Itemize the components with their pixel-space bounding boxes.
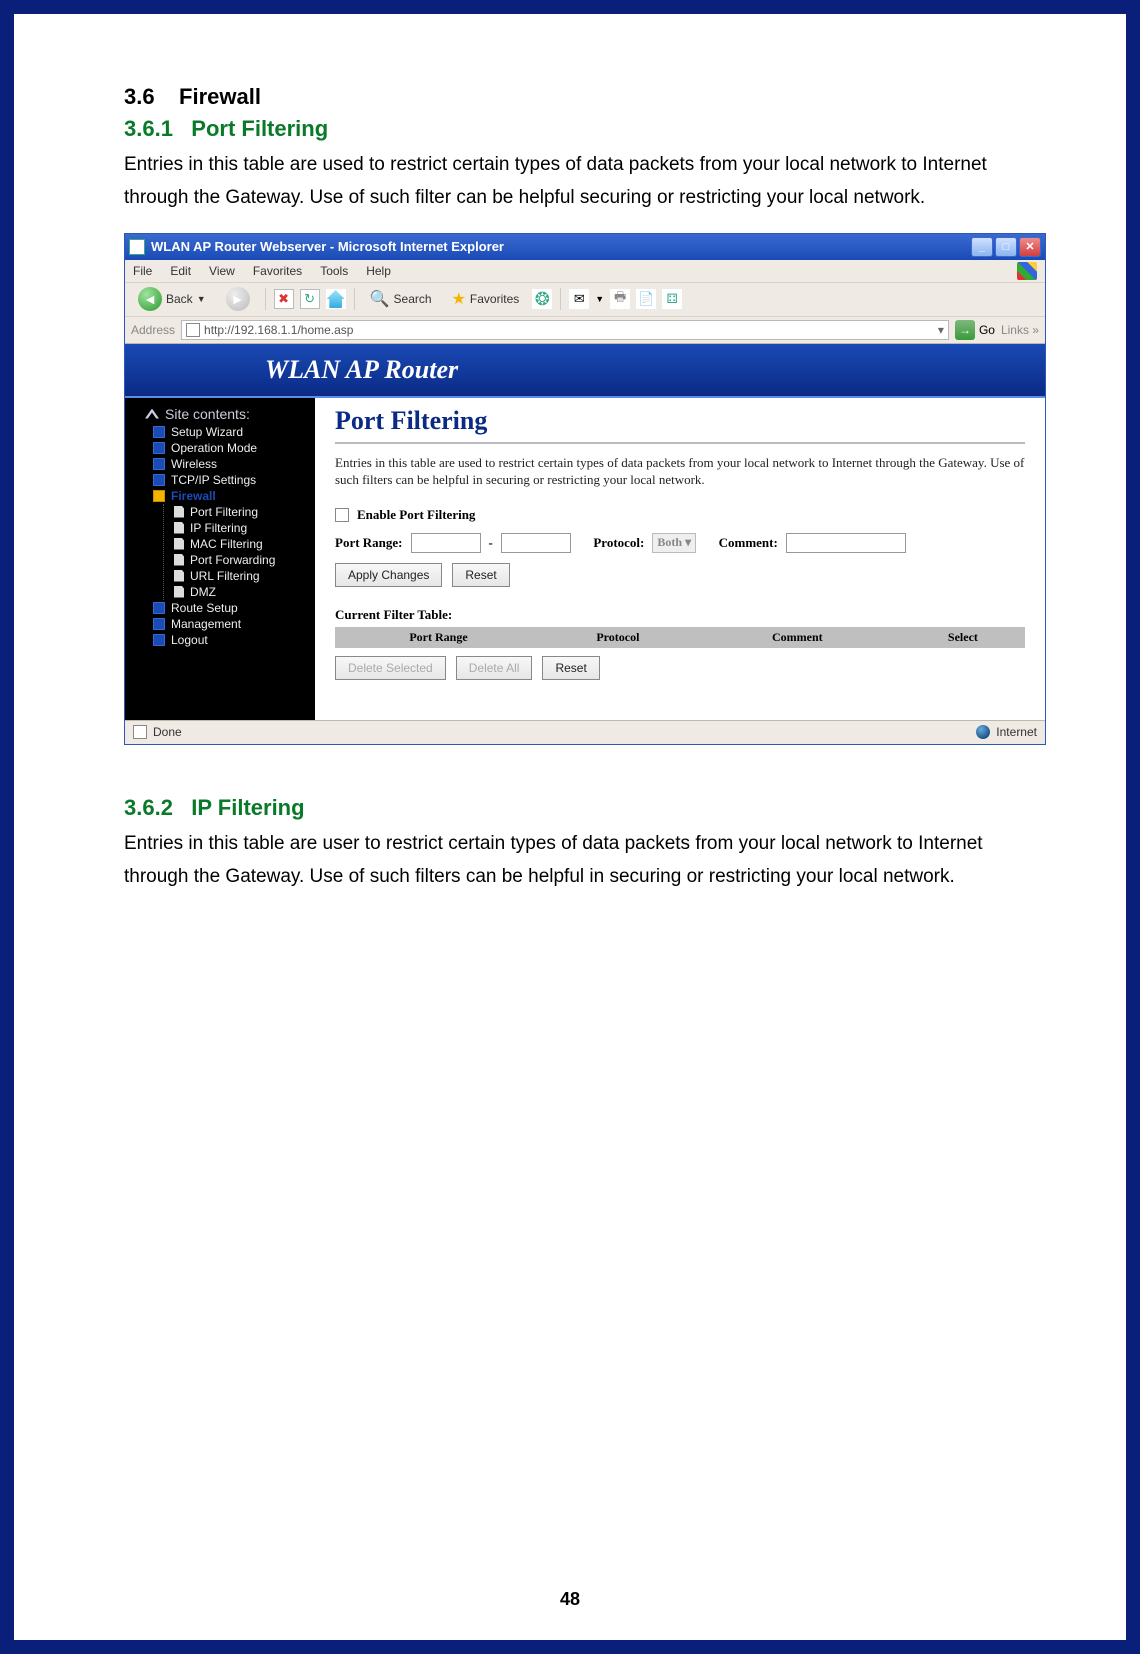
toolbar-separator [265,288,266,310]
mail-icon[interactable]: ✉ [569,289,589,309]
page-number: 48 [14,1589,1126,1610]
sidebar-item-route-setup[interactable]: Route Setup [129,600,311,616]
go-label: Go [979,323,995,337]
col-protocol: Protocol [542,627,694,648]
browser-titlebar: WLAN AP Router Webserver - Microsoft Int… [125,234,1045,260]
reset-button[interactable]: Reset [452,563,509,587]
address-bar: Address http://192.168.1.1/home.asp ▾ → … [125,316,1045,344]
browser-menubar: File Edit View Favorites Tools Help [125,260,1045,282]
back-button[interactable]: ◄Back ▼ [131,286,213,312]
subsection-2-number: 3.6.2 [124,795,173,820]
protocol-label: Protocol: [593,535,644,551]
close-button[interactable]: ✕ [1019,237,1041,257]
col-comment: Comment [694,627,901,648]
status-text: Done [153,725,182,739]
filter-table-title: Current Filter Table: [335,607,1025,623]
nav-sidebar: Site contents: Setup Wizard Operation Mo… [125,398,315,720]
subsection-2-title: IP Filtering [191,795,304,820]
ie-icon [129,239,145,255]
toolbar-separator-2 [354,288,355,310]
sidebar-item-url-filtering[interactable]: URL Filtering [164,568,311,584]
sidebar-item-management[interactable]: Management [129,616,311,632]
comment-label: Comment: [719,535,778,551]
sidebar-item-tcpip[interactable]: TCP/IP Settings [129,472,311,488]
print-icon[interactable]: 🖶 [610,289,630,309]
menu-tools[interactable]: Tools [320,264,348,278]
go-button[interactable]: → [955,320,975,340]
menu-edit[interactable]: Edit [170,264,191,278]
menu-favorites[interactable]: Favorites [253,264,302,278]
col-select: Select [901,627,1025,648]
sidebar-item-operation-mode[interactable]: Operation Mode [129,440,311,456]
sidebar-item-setup-wizard[interactable]: Setup Wizard [129,424,311,440]
router-banner: WLAN AP Router [125,344,1045,398]
favorites-button[interactable]: ★Favorites [445,286,527,312]
sidebar-item-wireless[interactable]: Wireless [129,456,311,472]
windows-logo-icon [1017,262,1037,280]
subsection-1-heading: 3.6.1 Port Filtering [124,116,1016,142]
section-heading: 3.6 Firewall [124,84,1016,110]
maximize-button[interactable]: □ [995,237,1017,257]
subsection-2-paragraph: Entries in this table are user to restri… [124,827,1016,894]
subsection-1-paragraph: Entries in this table are used to restri… [124,148,1016,215]
menu-file[interactable]: File [133,264,152,278]
page-icon [186,323,200,337]
enable-checkbox[interactable] [335,508,349,522]
sidebar-item-dmz[interactable]: DMZ [164,584,311,600]
window-title: WLAN AP Router Webserver - Microsoft Int… [151,239,504,254]
filter-table: Port Range Protocol Comment Select [335,627,1025,648]
forward-button[interactable]: ► [219,286,257,312]
sidebar-item-mac-filtering[interactable]: MAC Filtering [164,536,311,552]
enable-label: Enable Port Filtering [357,507,475,523]
minimize-button[interactable]: _ [971,237,993,257]
browser-toolbar: ◄Back ▼ ► ✖ ↻ 🔍Search ★Favorites ❂ ✉ ▼ 🖶… [125,282,1045,316]
section-title: Firewall [179,84,261,109]
delete-selected-button[interactable]: Delete Selected [335,656,446,680]
delete-all-button[interactable]: Delete All [456,656,533,680]
sidebar-title: Site contents: [145,406,311,422]
enable-row: Enable Port Filtering [335,507,1025,523]
toolbar-separator-3 [560,288,561,310]
links-label[interactable]: Links » [1001,323,1039,337]
main-panel: Port Filtering Entries in this table are… [315,398,1045,720]
edit-icon[interactable]: 📄 [636,289,656,309]
subsection-1-title: Port Filtering [191,116,328,141]
apply-changes-button[interactable]: Apply Changes [335,563,442,587]
menu-view[interactable]: View [209,264,235,278]
url-text: http://192.168.1.1/home.asp [204,323,353,337]
sidebar-item-ip-filtering[interactable]: IP Filtering [164,520,311,536]
internet-zone-icon [976,725,990,739]
refresh-icon[interactable]: ↻ [300,289,320,309]
page-title: Port Filtering [335,406,1025,436]
reset-table-button[interactable]: Reset [542,656,599,680]
title-divider [335,442,1025,444]
history-icon[interactable]: ❂ [532,289,552,309]
sidebar-item-firewall[interactable]: Firewall [129,488,311,504]
comment-input[interactable] [786,533,906,553]
page-description: Entries in this table are used to restri… [335,454,1025,489]
menu-help[interactable]: Help [366,264,391,278]
sidebar-item-port-forwarding[interactable]: Port Forwarding [164,552,311,568]
port-range-row: Port Range: - Protocol: Both ▾ Comment: [335,533,1025,553]
browser-screenshot: WLAN AP Router Webserver - Microsoft Int… [124,233,1046,745]
section-number: 3.6 [124,84,155,109]
port-range-from-input[interactable] [411,533,481,553]
port-range-label: Port Range: [335,535,403,551]
browser-statusbar: Done Internet [125,720,1045,744]
subsection-2-heading: 3.6.2 IP Filtering [124,795,1016,821]
subsection-1-number: 3.6.1 [124,116,173,141]
sidebar-item-logout[interactable]: Logout [129,632,311,648]
port-range-to-input[interactable] [501,533,571,553]
col-port-range: Port Range [335,627,542,648]
discuss-icon[interactable]: ⚃ [662,289,682,309]
address-input[interactable]: http://192.168.1.1/home.asp ▾ [181,320,949,340]
page-icon-status [133,725,147,739]
protocol-select[interactable]: Both ▾ [652,533,696,553]
sidebar-item-port-filtering[interactable]: Port Filtering [164,504,311,520]
zone-label: Internet [996,725,1037,739]
address-label: Address [131,323,175,337]
stop-icon[interactable]: ✖ [274,289,294,309]
home-icon[interactable] [326,289,346,309]
search-button[interactable]: 🔍Search [363,286,439,312]
